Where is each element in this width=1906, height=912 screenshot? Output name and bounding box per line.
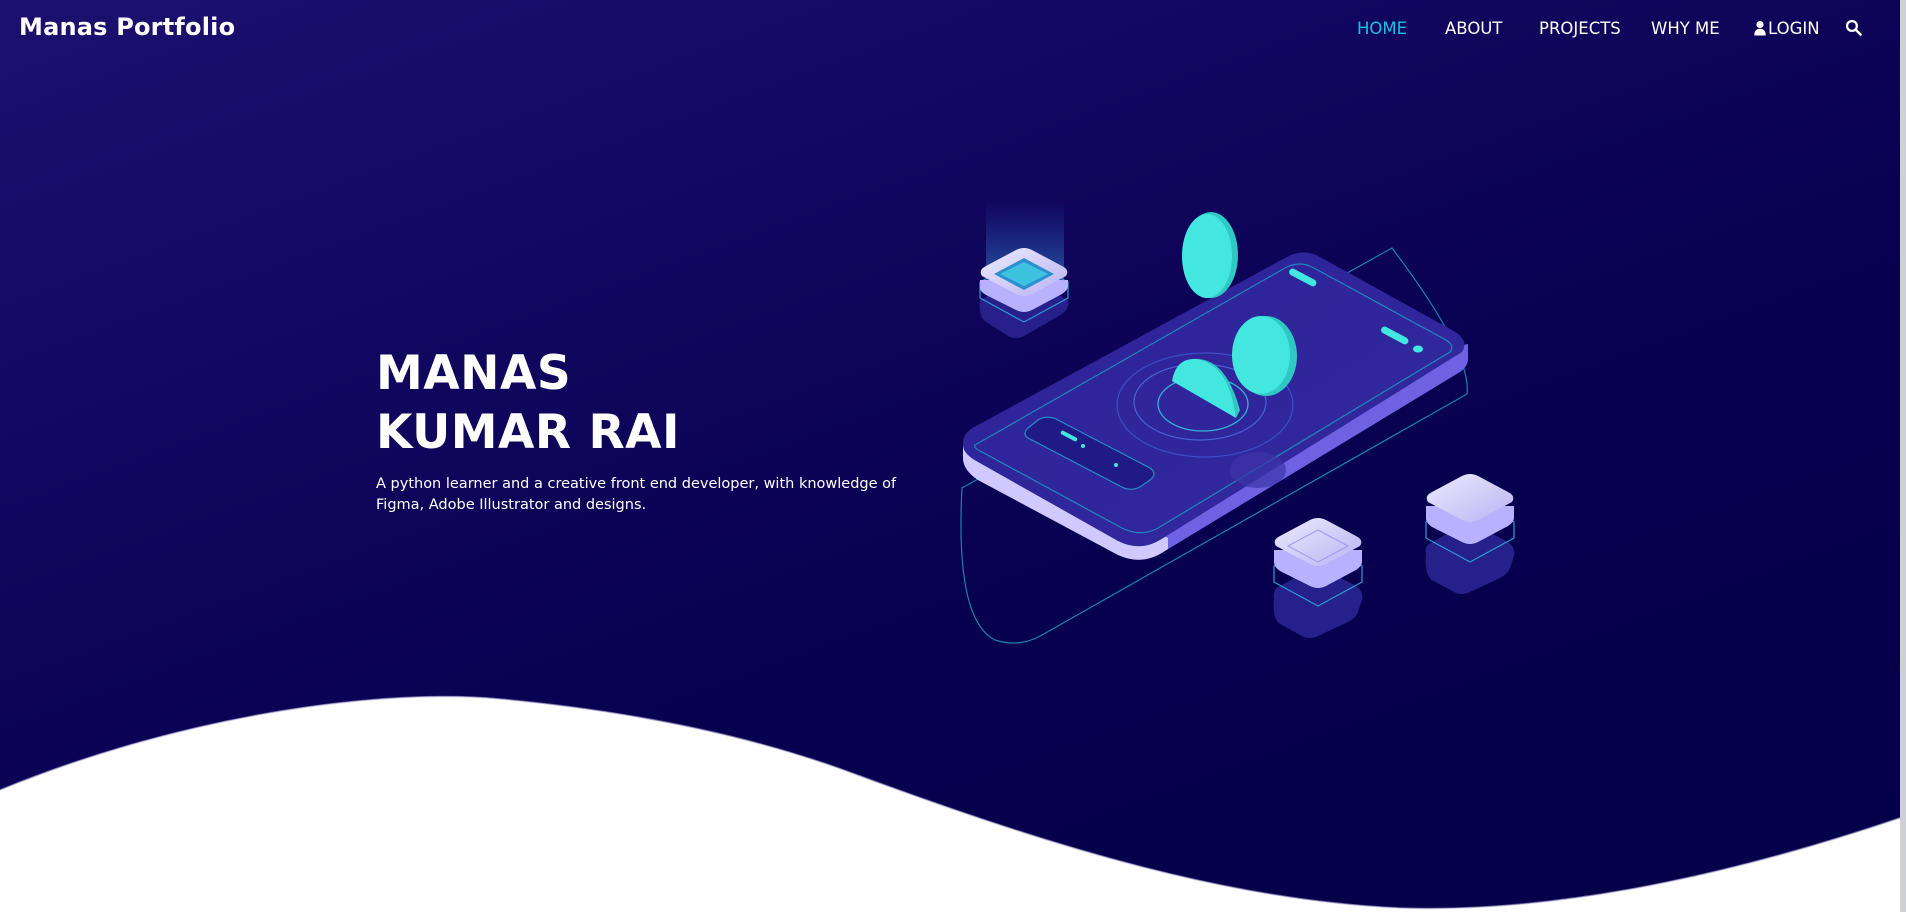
search-button[interactable] [1845, 19, 1867, 41]
small-tile-right [1425, 474, 1515, 594]
scrollbar[interactable] [1900, 0, 1906, 912]
search-icon [1845, 19, 1862, 36]
nav-why-me-link[interactable]: WHY ME [1651, 19, 1720, 38]
nav-projects-link[interactable]: PROJECTS [1539, 19, 1621, 38]
hero-title-line1: MANAS [376, 346, 572, 401]
nav-login-link[interactable]: LOGIN [1754, 19, 1820, 38]
user-icon [1754, 20, 1766, 36]
hero-title: MANAS KUMAR RAI [376, 344, 680, 462]
nav-home-link[interactable]: HOME [1357, 19, 1407, 38]
floating-disc-2 [1232, 316, 1297, 396]
brand-logo[interactable]: Manas Portfolio [19, 13, 235, 41]
isometric-phone-illustration [960, 200, 1515, 644]
floating-disc-1 [1182, 212, 1238, 298]
page: Manas Portfolio HOME ABOUT PROJECTS WHY … [0, 0, 1906, 912]
hero-description: A python learner and a creative front en… [376, 476, 897, 513]
small-tile-middle [1273, 518, 1363, 638]
nav-about-link[interactable]: ABOUT [1445, 19, 1502, 38]
glowing-tile [979, 200, 1069, 338]
hero-title-line2: KUMAR RAI [376, 405, 681, 460]
nav-login-label: LOGIN [1768, 19, 1820, 38]
scrollbar-thumb[interactable] [1900, 0, 1906, 912]
